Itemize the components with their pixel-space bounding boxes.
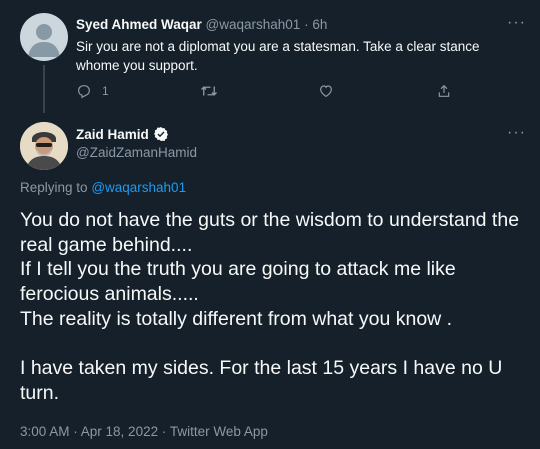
like-button[interactable] [318,83,334,99]
main-tweet: Zaid Hamid @ZaidZamanHamid ··· Replying … [0,112,540,449]
handle[interactable]: @ZaidZamanHamid [76,145,197,160]
more-icon[interactable]: ··· [507,15,526,31]
thread-line [43,65,45,113]
replying-to-label: Replying to [20,180,88,195]
avatar[interactable] [20,13,68,61]
replying-to-link[interactable]: @waqarshah01 [91,180,186,195]
verified-badge-icon [153,127,168,141]
reply-count: 1 [102,84,109,98]
display-name[interactable]: Syed Ahmed Waqar [76,17,202,32]
tweet-timestamp[interactable]: 3:00 AM · Apr 18, 2022 · Twitter Web App [20,424,268,439]
action-bar: 1 [76,83,516,103]
reply-button[interactable]: 1 [76,83,109,99]
avatar[interactable] [20,122,68,170]
author-name-row: Zaid Hamid [76,126,169,142]
time[interactable]: 6h [312,17,327,32]
share-button[interactable] [436,83,452,99]
reply-tweet[interactable]: Syed Ahmed Waqar @waqarshah01 · 6h ··· S… [0,0,540,113]
share-icon [438,84,450,97]
profile-photo [20,122,68,170]
display-name[interactable]: Zaid Hamid [76,127,149,142]
retweet-button[interactable] [200,83,218,99]
reply-header: Syed Ahmed Waqar @waqarshah01 · 6h [76,17,327,32]
reply-icon [78,85,90,99]
separator: · [304,17,309,32]
default-avatar-icon [28,24,60,57]
tweet-text: You do not have the guts or the wisdom t… [20,209,520,404]
more-icon[interactable]: ··· [507,125,526,141]
replying-to: Replying to @waqarshah01 [20,180,186,195]
retweet-icon [201,86,217,96]
handle[interactable]: @waqarshah01 [206,17,301,32]
like-icon [320,85,332,98]
reply-text: Sir you are not a diplomat you are a sta… [76,39,480,73]
